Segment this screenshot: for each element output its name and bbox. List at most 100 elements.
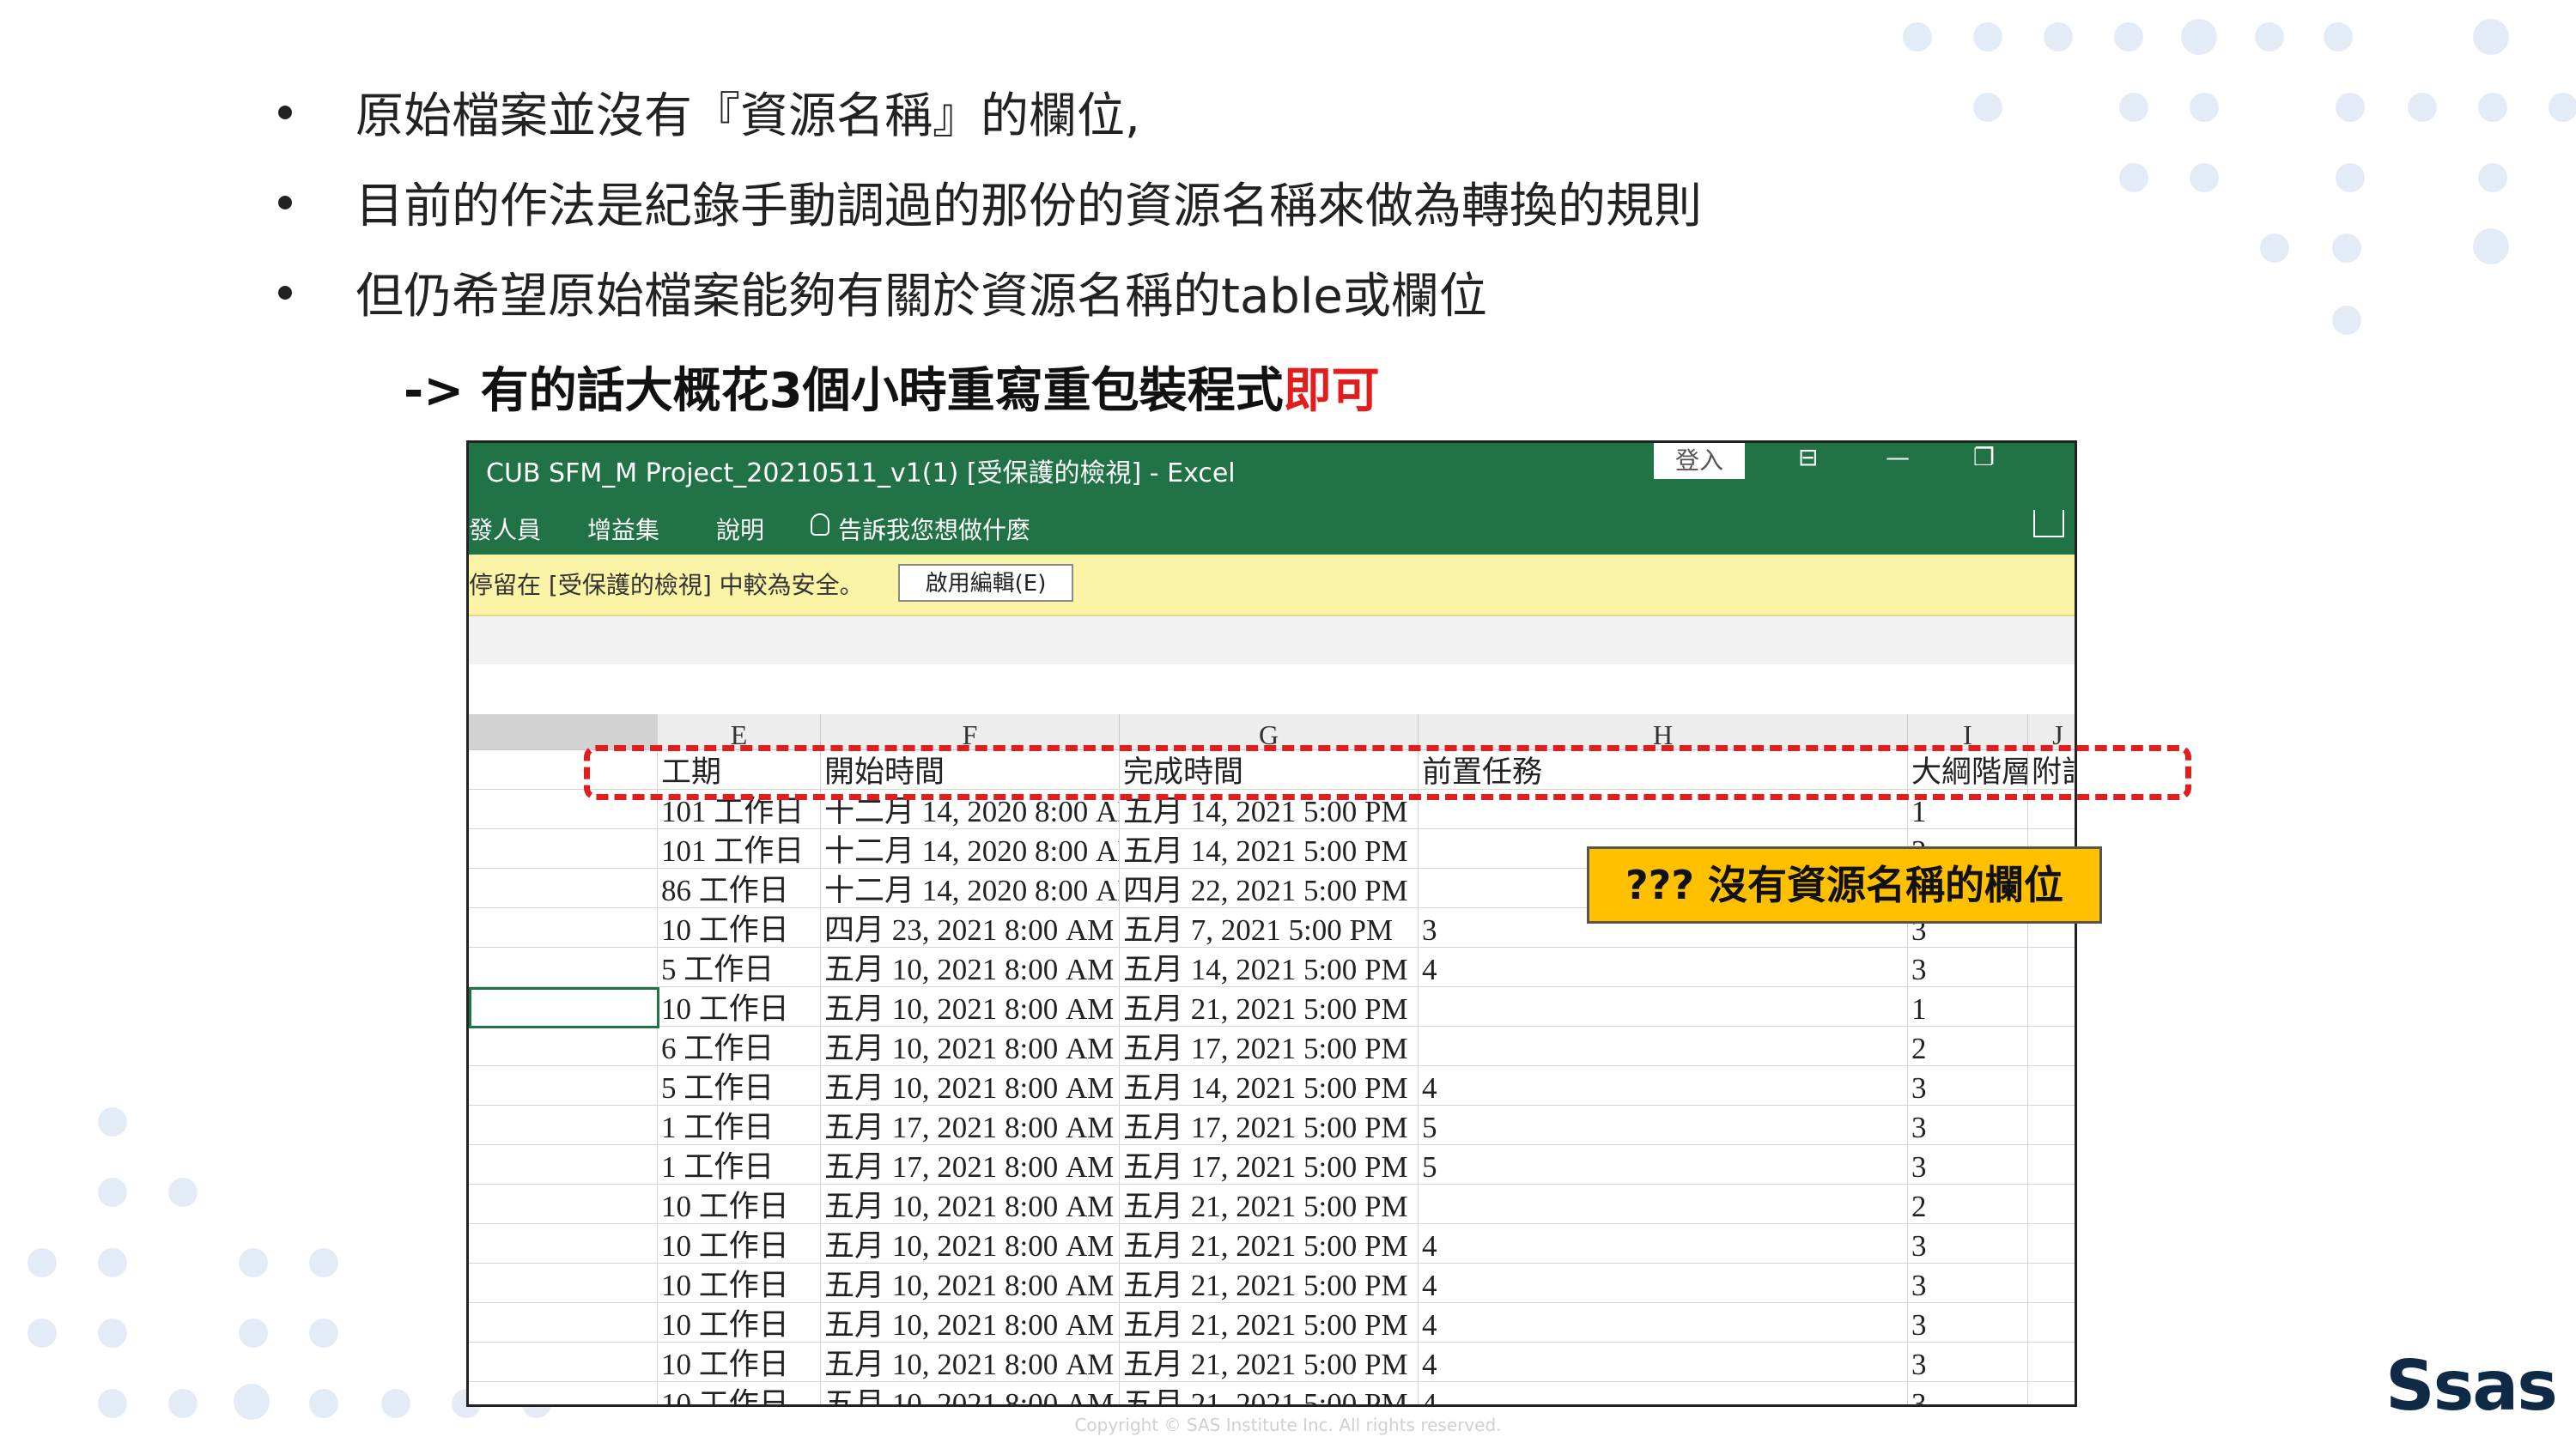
ribbon-display-icon[interactable]: ⊟ [1798,443,1818,471]
table-cell[interactable] [2028,987,2075,1027]
table-cell[interactable] [2028,1382,2075,1404]
enable-editing-button[interactable]: 啟用編輯(E) [898,564,1073,602]
table-cell[interactable]: 3 [1908,1066,2028,1106]
table-cell[interactable] [1419,987,1908,1027]
table-cell[interactable]: 五月 7, 2021 5:00 PM [1120,908,1419,948]
table-cell[interactable] [2028,1027,2075,1066]
tab-addins[interactable]: 增益集 [587,512,659,546]
table-cell[interactable]: 五月 14, 2021 5:00 PM [1120,829,1419,869]
table-cell[interactable]: 五月 14, 2021 5:00 PM [1120,948,1419,987]
table-cell[interactable]: 五月 10, 2021 8:00 AM [821,1185,1120,1224]
row-header-cell[interactable] [469,1264,658,1303]
table-cell[interactable]: 五月 10, 2021 8:00 AM [821,1224,1120,1264]
table-cell[interactable]: 1 工作日 [658,1106,821,1145]
table-cell[interactable]: 3 [1908,1264,2028,1303]
row-header-cell[interactable] [469,1224,658,1264]
table-cell[interactable]: 五月 17, 2021 8:00 AM [821,1145,1120,1185]
table-cell[interactable]: 10 工作日 [658,1303,821,1343]
table-cell[interactable] [2028,1066,2075,1106]
table-cell[interactable] [2028,1224,2075,1264]
table-cell[interactable]: 十二月 14, 2020 8:00 AM [821,829,1120,869]
table-cell[interactable]: 3 [1908,1303,2028,1343]
table-cell[interactable]: 五月 10, 2021 8:00 AM [821,1066,1120,1106]
row-header-cell[interactable] [469,1303,658,1343]
table-cell[interactable]: 86 工作日 [658,869,821,908]
table-cell[interactable]: 4 [1419,1343,1908,1382]
table-cell[interactable]: 十二月 14, 2020 8:00 AM [821,869,1120,908]
selected-cell[interactable] [469,987,659,1028]
table-cell[interactable]: 五月 17, 2021 8:00 AM [821,1106,1120,1145]
table-cell[interactable]: 五月 10, 2021 8:00 AM [821,948,1120,987]
table-cell[interactable] [2028,948,2075,987]
table-cell[interactable] [2028,1343,2075,1382]
table-cell[interactable]: 五月 21, 2021 5:00 PM [1120,1303,1419,1343]
row-header-cell[interactable] [469,1382,658,1404]
table-cell[interactable]: 五月 10, 2021 8:00 AM [821,1027,1120,1066]
table-cell[interactable]: 五月 10, 2021 8:00 AM [821,1264,1120,1303]
table-cell[interactable]: 3 [1908,1106,2028,1145]
table-cell[interactable]: 五月 21, 2021 5:00 PM [1120,1224,1419,1264]
table-cell[interactable]: 4 [1419,1303,1908,1343]
restore-icon[interactable]: ❐ [1973,443,1995,471]
table-cell[interactable]: 10 工作日 [658,1343,821,1382]
table-cell[interactable]: 10 工作日 [658,908,821,948]
table-cell[interactable]: 5 [1419,1145,1908,1185]
share-icon[interactable] [2033,510,2064,537]
table-cell[interactable]: 五月 10, 2021 8:00 AM [821,1382,1120,1404]
table-cell[interactable]: 3 [1908,1382,2028,1404]
table-cell[interactable]: 4 [1419,1382,1908,1404]
tab-developer[interactable]: 發人員 [469,512,541,546]
table-cell[interactable]: 五月 21, 2021 5:00 PM [1120,1185,1419,1224]
table-cell[interactable] [2028,1303,2075,1343]
table-cell[interactable]: 4 [1419,1224,1908,1264]
table-cell[interactable]: 2 [1908,1185,2028,1224]
table-cell[interactable]: 4 [1419,1066,1908,1106]
table-cell[interactable]: 四月 23, 2021 8:00 AM [821,908,1120,948]
row-header-cell[interactable] [469,1185,658,1224]
table-cell[interactable]: 10 工作日 [658,1224,821,1264]
table-cell[interactable]: 4 [1419,1264,1908,1303]
table-cell[interactable] [2028,1264,2075,1303]
table-cell[interactable]: 五月 10, 2021 8:00 AM [821,987,1120,1027]
table-cell[interactable]: 5 工作日 [658,1066,821,1106]
row-header-cell[interactable] [469,829,658,869]
table-cell[interactable]: 五月 10, 2021 8:00 AM [821,1343,1120,1382]
table-cell[interactable]: 3 [1908,948,2028,987]
table-cell[interactable]: 五月 21, 2021 5:00 PM [1120,1382,1419,1404]
row-header-cell[interactable] [469,1145,658,1185]
table-cell[interactable]: 五月 21, 2021 5:00 PM [1120,1264,1419,1303]
table-cell[interactable]: 五月 10, 2021 8:00 AM [821,1303,1120,1343]
row-header-cell[interactable] [469,1027,658,1066]
table-cell[interactable]: 10 工作日 [658,987,821,1027]
table-cell[interactable]: 3 [1908,1224,2028,1264]
table-cell[interactable]: 3 [1908,1343,2028,1382]
table-cell[interactable]: 6 工作日 [658,1027,821,1066]
table-cell[interactable]: 五月 14, 2021 5:00 PM [1120,1066,1419,1106]
table-cell[interactable]: 10 工作日 [658,1382,821,1404]
table-cell[interactable]: 五月 21, 2021 5:00 PM [1120,987,1419,1027]
table-cell[interactable]: 1 [1908,987,2028,1027]
table-cell[interactable]: 五月 17, 2021 5:00 PM [1120,1145,1419,1185]
row-header-cell[interactable] [469,1066,658,1106]
table-cell[interactable]: 10 工作日 [658,1185,821,1224]
minimize-icon[interactable]: — [1886,443,1910,471]
table-cell[interactable]: 101 工作日 [658,829,821,869]
table-cell[interactable]: 1 工作日 [658,1145,821,1185]
table-cell[interactable]: 10 工作日 [658,1264,821,1303]
row-header-cell[interactable] [469,908,658,948]
tab-help[interactable]: 說明 [716,512,764,546]
table-cell[interactable] [2028,1145,2075,1185]
table-cell[interactable]: 五月 17, 2021 5:00 PM [1120,1106,1419,1145]
row-header-cell[interactable] [469,948,658,987]
table-cell[interactable] [2028,1106,2075,1145]
login-button[interactable]: 登入 [1654,443,1745,479]
table-cell[interactable]: 2 [1908,1027,2028,1066]
row-header-cell[interactable] [469,1343,658,1382]
table-cell[interactable]: 5 [1419,1106,1908,1145]
table-cell[interactable] [1419,1185,1908,1224]
table-cell[interactable]: 五月 21, 2021 5:00 PM [1120,1343,1419,1382]
formula-bar[interactable] [469,664,2075,715]
row-header-cell[interactable] [469,1106,658,1145]
table-cell[interactable] [1419,1027,1908,1066]
table-cell[interactable]: 四月 22, 2021 5:00 PM [1120,869,1419,908]
